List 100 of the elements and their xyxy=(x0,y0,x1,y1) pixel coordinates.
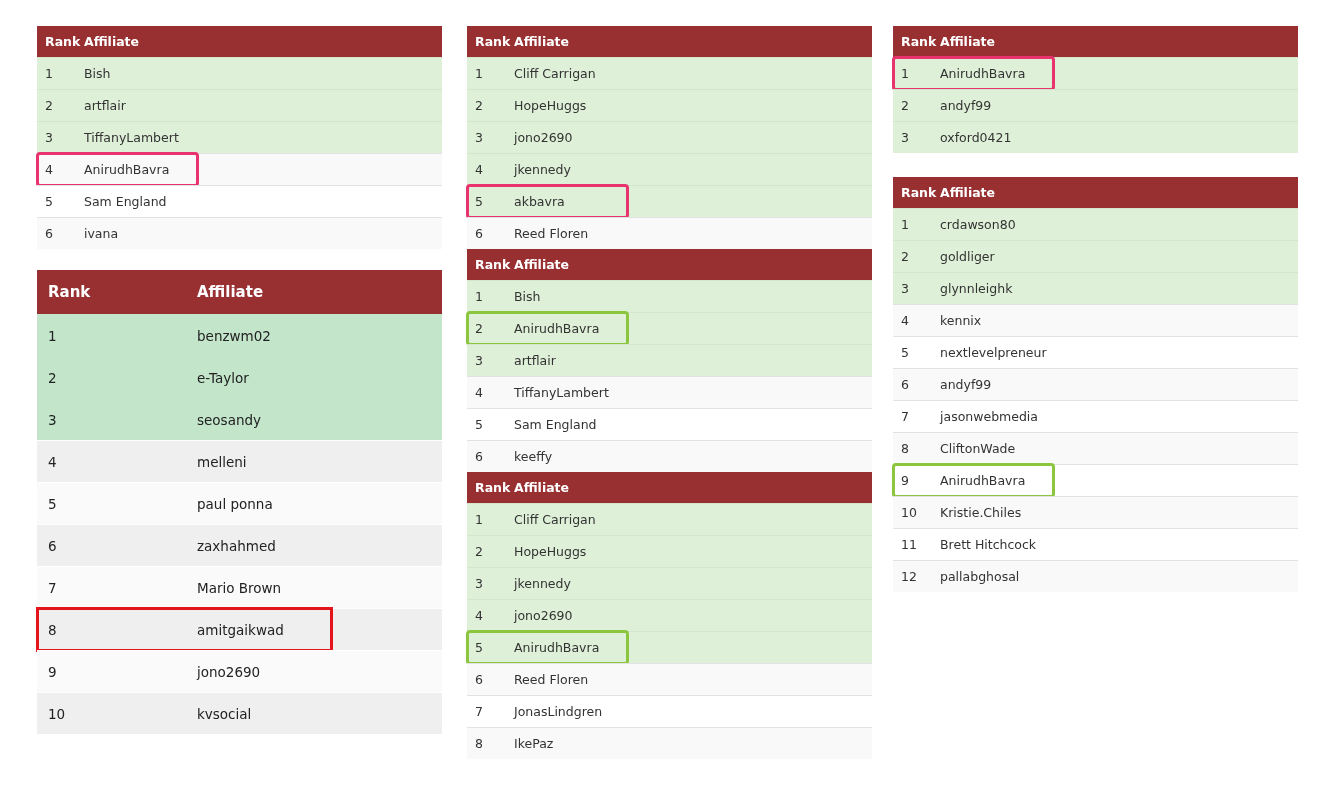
rank-cell-text: 2 xyxy=(900,98,910,113)
rank-cell-text: 7 xyxy=(900,409,910,424)
affiliate-cell: HopeHuggs xyxy=(514,98,587,113)
rank-cell-text: 5 xyxy=(900,345,910,360)
affiliate-cell: IkePaz xyxy=(514,736,554,751)
affiliate-cell: JonasLindgren xyxy=(514,704,603,719)
affiliate-cell: paul ponna xyxy=(197,495,273,512)
column-heading: Rank xyxy=(474,480,512,495)
rank-cell-text: 11 xyxy=(900,537,918,552)
affiliate-cell: jasonwebmedia xyxy=(940,409,1038,424)
affiliate-cell: Bish xyxy=(514,289,541,304)
affiliate-cell: melleni xyxy=(197,453,247,470)
column-heading: Rank xyxy=(900,185,938,200)
rank-cell-text: 6 xyxy=(900,377,910,392)
rank-cell-text: 3 xyxy=(474,576,484,591)
affiliate-cell: pallabghosal xyxy=(940,569,1020,584)
rank-cell-text: 3 xyxy=(900,281,910,296)
column-heading: Affiliate xyxy=(514,34,570,49)
rank-cell-text: 8 xyxy=(900,441,910,456)
affiliate-cell: Sam England xyxy=(514,417,597,432)
rank-cell-text: 2 xyxy=(47,369,58,386)
affiliate-cell: AnirudhBavra xyxy=(514,321,600,336)
column-heading: Rank xyxy=(44,34,82,49)
rank-cell-text: 2 xyxy=(44,98,54,113)
affiliate-cell: Reed Floren xyxy=(514,672,589,687)
rank-cell-text: 5 xyxy=(44,194,54,209)
rank-cell-text: 4 xyxy=(47,453,58,470)
affiliate-cell: CliftonWade xyxy=(940,441,1016,456)
column-heading: Affiliate xyxy=(514,480,570,495)
affiliate-cell: Brett Hitchcock xyxy=(940,537,1037,552)
rank-cell-text: 1 xyxy=(900,217,910,232)
rank-cell-text: 6 xyxy=(44,226,54,241)
affiliate-cell: ivana xyxy=(84,226,119,241)
affiliate-cell: akbavra xyxy=(514,194,565,209)
rank-cell-text: 4 xyxy=(900,313,910,328)
rank-cell-text: 5 xyxy=(474,640,484,655)
affiliate-cell: AnirudhBavra xyxy=(940,66,1026,81)
rank-cell-text: 6 xyxy=(474,226,484,241)
column-heading: Affiliate xyxy=(197,283,264,301)
affiliate-cell: jono2690 xyxy=(514,608,573,623)
column-heading: Affiliate xyxy=(940,34,996,49)
affiliate-cell: nextlevelpreneur xyxy=(940,345,1047,360)
affiliate-cell: seosandy xyxy=(197,411,262,428)
column-heading: Affiliate xyxy=(84,34,140,49)
rank-cell-text: 4 xyxy=(44,162,54,177)
rank-cell-text: 3 xyxy=(47,411,58,428)
rank-cell-text: 10 xyxy=(900,505,918,520)
column-heading: Rank xyxy=(900,34,938,49)
rank-cell-text: 4 xyxy=(474,385,484,400)
rank-cell-text: 1 xyxy=(474,512,484,527)
column-heading: Rank xyxy=(474,257,512,272)
affiliate-cell: kvsocial xyxy=(197,705,252,722)
column-heading: Rank xyxy=(47,283,92,301)
affiliate-cell: AnirudhBavra xyxy=(940,473,1026,488)
rank-cell-text: 7 xyxy=(47,579,58,596)
rank-cell-text: 2 xyxy=(900,249,910,264)
rank-cell-text: 1 xyxy=(44,66,54,81)
rank-cell-text: 6 xyxy=(474,449,484,464)
rank-cell-text: 8 xyxy=(47,621,58,638)
affiliate-cell: keeffy xyxy=(514,449,553,464)
rank-cell-text: 3 xyxy=(474,130,484,145)
affiliate-cell: Cliff Carrigan xyxy=(514,512,596,527)
affiliate-cell: jono2690 xyxy=(197,663,261,680)
rank-cell-text: 6 xyxy=(47,537,58,554)
affiliate-cell: benzwm02 xyxy=(197,327,271,344)
rank-cell-text: 3 xyxy=(900,130,910,145)
rank-cell-text: 8 xyxy=(474,736,484,751)
affiliate-cell: andyf99 xyxy=(940,377,992,392)
affiliate-cell: Reed Floren xyxy=(514,226,589,241)
affiliate-cell: artflair xyxy=(84,98,126,113)
rank-cell-text: 1 xyxy=(474,66,484,81)
affiliate-cell: Mario Brown xyxy=(197,579,282,596)
rank-cell-text: 2 xyxy=(474,321,484,336)
affiliate-cell: goldliger xyxy=(940,249,995,264)
affiliate-cell: HopeHuggs xyxy=(514,544,587,559)
rank-cell-text: 12 xyxy=(900,569,918,584)
rank-cell-text: 7 xyxy=(474,704,484,719)
affiliate-cell: Kristie.Chiles xyxy=(940,505,1022,520)
affiliate-cell: jono2690 xyxy=(514,130,573,145)
rank-cell-text: 1 xyxy=(474,289,484,304)
affiliate-cell: glynnleighk xyxy=(940,281,1013,296)
rank-cell-text: 4 xyxy=(474,162,484,177)
affiliate-cell: Cliff Carrigan xyxy=(514,66,596,81)
affiliate-cell: TiffanyLambert xyxy=(514,385,609,400)
column-heading: Rank xyxy=(474,34,512,49)
affiliate-cell: Bish xyxy=(84,66,111,81)
rank-cell-text: 1 xyxy=(900,66,910,81)
column-heading: Affiliate xyxy=(940,185,996,200)
affiliate-cell: jkennedy xyxy=(514,162,571,177)
rank-cell-text: 4 xyxy=(474,608,484,623)
affiliate-cell: e-Taylor xyxy=(197,369,249,386)
rank-cell-text: 5 xyxy=(474,417,484,432)
rank-cell-text: 9 xyxy=(900,473,910,488)
affiliate-cell: amitgaikwad xyxy=(197,621,284,638)
rank-cell-text: 2 xyxy=(474,544,484,559)
affiliate-cell: artflair xyxy=(514,353,556,368)
affiliate-cell: crdawson80 xyxy=(940,217,1016,232)
rank-cell-text: 10 xyxy=(47,705,67,722)
affiliate-cell: jkennedy xyxy=(514,576,571,591)
rank-cell-text: 2 xyxy=(474,98,484,113)
